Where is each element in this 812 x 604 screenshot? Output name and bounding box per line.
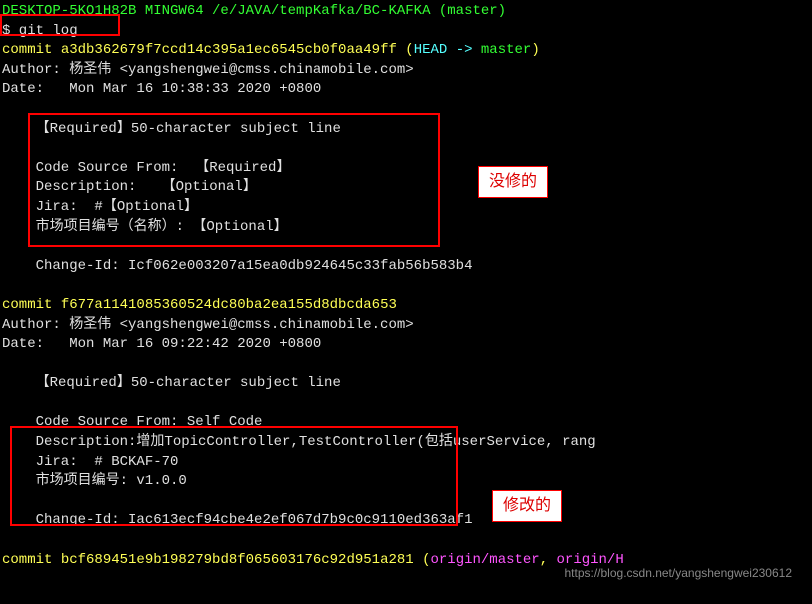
commit-body: Jira: # BCKAF-70 [2,453,810,473]
blank-line [2,531,810,551]
branch-name: master [481,42,531,58]
blank-line [2,492,810,512]
blank-line [2,394,810,414]
paren-open: ( [414,552,431,568]
commit-hash: f677a1141085360524dc80ba2ea155d8dbcda653 [61,297,397,313]
change-id: Change-Id: Iac613ecf94cbe4e2ef067d7b9c0c… [2,511,810,531]
annotation-label-modified: 修改的 [492,490,562,522]
date-line: Date: Mon Mar 16 10:38:33 2020 +0800 [2,80,810,100]
commit-subject: 【Required】50-character subject line [2,120,810,140]
commit-subject: 【Required】50-character subject line [2,374,810,394]
commit-body: Description: 【Optional】 [2,178,810,198]
change-id: Change-Id: Icf062e003207a15ea0db924645c3… [2,257,810,277]
commit-body: 市场项目编号: v1.0.0 [2,472,810,492]
bash-prompt-path: DESKTOP-5KO1H82B MINGW64 /e/JAVA/tempKaf… [2,2,810,22]
ref-sep: , [540,552,557,568]
blank-line [2,355,810,375]
blank-line [2,139,810,159]
author-line: Author: 杨圣伟 <yangshengwei@cmss.chinamobi… [2,316,810,336]
blank-line [2,237,810,257]
commit-body: Code Source From: Self Code [2,413,810,433]
commit-hash: bcf689451e9b198279bd8f065603176c92d951a2… [61,552,414,568]
commit-prefix: commit [2,297,61,313]
paren-open: ( [397,42,414,58]
commit-body: 市场项目编号（名称）: 【Optional】 [2,218,810,238]
commit-body: Description:增加TopicController,TestContro… [2,433,810,453]
command-line: $ git log [2,22,810,42]
commit-prefix: commit [2,552,61,568]
commit-body: Jira: #【Optional】 [2,198,810,218]
paren-close: ) [531,42,539,58]
blank-line [2,100,810,120]
watermark: https://blog.csdn.net/yangshengwei230612 [564,565,792,582]
commit-body: Code Source From: 【Required】 [2,159,810,179]
commit-hash: a3db362679f7ccd14c395a1ec6545cb0f0aa49ff [61,42,397,58]
commit-header-2: commit f677a1141085360524dc80ba2ea155d8d… [2,296,810,316]
blank-line [2,276,810,296]
commit-prefix: commit [2,42,61,58]
head-ref: HEAD -> [414,42,481,58]
annotation-label-unmodified: 没修的 [478,166,548,198]
remote-ref: origin/master [430,552,539,568]
commit-header-1: commit a3db362679f7ccd14c395a1ec6545cb0f… [2,41,810,61]
date-line: Date: Mon Mar 16 09:22:42 2020 +0800 [2,335,810,355]
author-line: Author: 杨圣伟 <yangshengwei@cmss.chinamobi… [2,61,810,81]
